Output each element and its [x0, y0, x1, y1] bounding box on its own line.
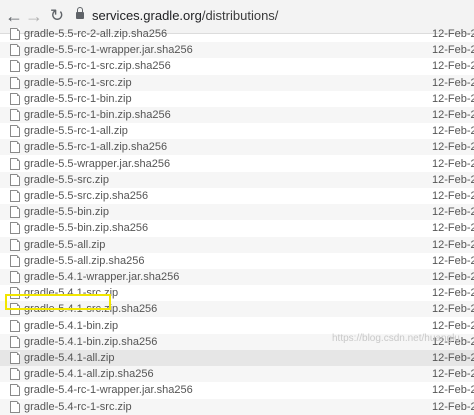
file-icon: [10, 238, 20, 251]
file-icon: [10, 400, 20, 413]
file-date: 12-Feb-20: [432, 125, 474, 138]
forward-button[interactable]: →: [22, 4, 46, 28]
file-date: 12-Feb-20: [432, 206, 474, 219]
url-path: /distributions/: [201, 8, 279, 23]
file-link[interactable]: gradle-5.5-rc-1-bin.zip.sha256: [24, 107, 171, 123]
file-date: 12-Feb-20: [432, 400, 474, 413]
table-row: gradle-5.5-all.zip 12-Feb-20: [0, 236, 474, 253]
file-icon: [10, 368, 20, 381]
file-date: 12-Feb-20: [432, 287, 474, 300]
file-date: 12-Feb-20: [432, 319, 474, 332]
file-date: 12-Feb-20: [432, 271, 474, 283]
file-icon: [10, 44, 20, 57]
file-date: 12-Feb-20: [432, 173, 474, 186]
file-link[interactable]: gradle-5.5-rc-2-all.zip.sha256: [24, 26, 167, 42]
file-icon: [10, 28, 20, 40]
file-link[interactable]: gradle-5.4-rc-1-wrapper.jar.sha256: [24, 382, 193, 398]
file-icon: [10, 125, 20, 138]
file-link[interactable]: gradle-5.4.1-bin.zip.sha256: [24, 334, 157, 350]
file-date: 12-Feb-20: [432, 44, 474, 57]
file-link[interactable]: gradle-5.5-rc-1-all.zip: [24, 123, 128, 139]
file-link[interactable]: gradle-5.5-all.zip.sha256: [24, 253, 144, 269]
table-row: gradle-5.5-rc-1-wrapper.jar.sha256 12-Feb…: [0, 42, 474, 59]
file-date: 12-Feb-20: [432, 368, 474, 381]
file-date: 12-Feb-20: [432, 60, 474, 73]
address-bar[interactable]: services.gradle.org/distributions/: [92, 8, 278, 23]
file-date: 12-Feb-20: [432, 92, 474, 105]
file-icon: [10, 190, 20, 202]
file-icon: [10, 173, 20, 186]
file-date: 12-Feb-20: [432, 141, 474, 154]
table-row: gradle-5.4.1-wrapper.jar.sha256 12-Feb-20: [0, 269, 474, 285]
file-link[interactable]: gradle-5.4-rc-1-src.zip: [24, 399, 132, 415]
file-link[interactable]: gradle-5.5-rc-1-all.zip.sha256: [24, 139, 167, 155]
table-row: gradle-5.5-rc-1-src.zip 12-Feb-20: [0, 74, 474, 91]
file-date: 12-Feb-20: [432, 76, 474, 89]
file-date: 12-Feb-20: [432, 28, 474, 40]
file-icon: [10, 76, 20, 89]
file-link[interactable]: gradle-5.4.1-all.zip: [24, 350, 115, 366]
file-icon: [10, 384, 20, 397]
table-row: gradle-5.4.1-all.zip.sha256 12-Feb-20: [0, 366, 474, 383]
file-link[interactable]: gradle-5.5-bin.zip.sha256: [24, 220, 148, 236]
file-link[interactable]: gradle-5.4.1-wrapper.jar.sha256: [24, 269, 179, 285]
table-row: gradle-5.5-rc-1-all.zip 12-Feb-20: [0, 123, 474, 139]
highlight-box: [5, 294, 111, 310]
file-icon: [10, 271, 20, 283]
reload-button[interactable]: ↻: [45, 4, 69, 28]
url-host: services.gradle.org: [92, 8, 202, 23]
file-date: 12-Feb-20: [432, 109, 474, 121]
file-link[interactable]: gradle-5.5-rc-1-src.zip.sha256: [24, 58, 171, 74]
table-row: gradle-5.5-rc-1-src.zip.sha256 12-Feb-20: [0, 58, 474, 74]
table-row: gradle-5.5-wrapper.jar.sha256 12-Feb-20: [0, 156, 474, 172]
table-row: gradle-5.4.1-all.zip 12-Feb-20: [0, 350, 474, 366]
file-icon: [10, 335, 20, 348]
file-date: 12-Feb-20: [432, 384, 474, 397]
table-row: gradle-5.5-src.zip.sha256 12-Feb-20: [0, 188, 474, 204]
table-row: gradle-5.4-rc-1-src.zip 12-Feb-20: [0, 398, 474, 415]
file-link[interactable]: gradle-5.5-rc-1-bin.zip: [24, 91, 132, 107]
table-row: gradle-5.5-rc-2-all.zip.sha256 12-Feb-20: [0, 26, 474, 42]
table-row: gradle-5.5-rc-1-bin.zip 12-Feb-20: [0, 91, 474, 107]
table-row: gradle-5.5-rc-1-all.zip.sha256 12-Feb-20: [0, 139, 474, 156]
table-row: gradle-5.5-bin.zip 12-Feb-20: [0, 204, 474, 221]
file-date: 12-Feb-20: [432, 190, 474, 202]
table-row: gradle-5.4-rc-1-wrapper.jar.sha256 12-Feb…: [0, 382, 474, 398]
file-date: 12-Feb-20: [432, 352, 474, 364]
table-row: gradle-5.5-rc-1-bin.zip.sha256 12-Feb-20: [0, 107, 474, 123]
file-link[interactable]: gradle-5.5-src.zip: [24, 172, 109, 188]
lock-icon[interactable]: [76, 7, 84, 19]
file-icon: [10, 157, 20, 170]
file-link[interactable]: gradle-5.5-all.zip: [24, 237, 105, 253]
watermark: https://blog.csdn.net/huanglu...: [332, 333, 469, 344]
file-link[interactable]: gradle-5.5-rc-1-src.zip: [24, 75, 132, 91]
file-icon: [10, 109, 20, 121]
file-date: 12-Feb-20: [432, 222, 474, 235]
table-row: gradle-5.5-src.zip 12-Feb-20: [0, 171, 474, 188]
file-link[interactable]: gradle-5.5-src.zip.sha256: [24, 188, 148, 204]
table-row: gradle-5.4.1-bin.zip 12-Feb-20: [0, 318, 474, 334]
file-date: 12-Feb-20: [432, 157, 474, 170]
file-date: 12-Feb-20: [432, 254, 474, 267]
file-link[interactable]: gradle-5.5-wrapper.jar.sha256: [24, 156, 170, 172]
file-icon: [10, 60, 20, 73]
file-icon: [10, 92, 20, 105]
file-icon: [10, 206, 20, 219]
file-link[interactable]: gradle-5.4.1-bin.zip: [24, 318, 118, 334]
table-row: gradle-5.5-bin.zip.sha256 12-Feb-20: [0, 220, 474, 236]
file-icon: [10, 319, 20, 332]
file-date: 12-Feb-20: [432, 303, 474, 316]
file-link[interactable]: gradle-5.4.1-all.zip.sha256: [24, 366, 154, 382]
file-link[interactable]: gradle-5.5-bin.zip: [24, 204, 109, 220]
file-icon: [10, 254, 20, 267]
file-link[interactable]: gradle-5.5-rc-1-wrapper.jar.sha256: [24, 42, 193, 58]
file-icon: [10, 141, 20, 154]
table-row: gradle-5.5-all.zip.sha256 12-Feb-20: [0, 253, 474, 269]
file-date: 12-Feb-20: [432, 238, 474, 251]
file-icon: [10, 222, 20, 235]
